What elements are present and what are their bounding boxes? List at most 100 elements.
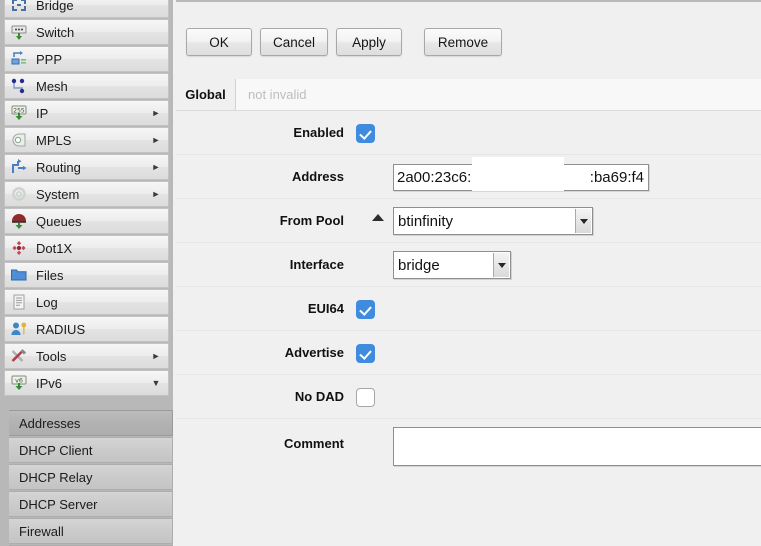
sidebar-item-log[interactable]: Log [4,289,169,315]
system-icon [9,185,29,203]
advertise-control [356,331,375,375]
enabled-label: Enabled [293,125,344,140]
sidebar-item-ppp[interactable]: PPP [4,46,169,72]
interface-value: bridge [398,256,440,274]
from-pool-expander-triangle-icon[interactable] [372,214,384,221]
sidebar-item-label: Tools [36,348,67,364]
sidebar-item-label: MPLS [36,132,72,148]
sidebar-item-label: Dot1X [36,240,73,256]
eui64-checkbox[interactable] [356,299,375,319]
interface-combo[interactable]: bridge [393,251,511,279]
submenu-arrow: ► [151,107,161,118]
mesh-icon [9,77,29,95]
address-input[interactable]: 2a00:23c6: :ba69:f4 [393,156,649,191]
chevron-down-icon[interactable] [575,209,591,233]
sidebar-item-label: Routing [36,159,81,175]
sidebar-item-label: Bridge [36,0,74,13]
remove-button[interactable]: Remove [424,28,503,56]
sidebar-subitem-label: DHCP Relay [19,469,93,485]
no-dad-checkbox[interactable] [356,387,375,407]
sidebar-item-routing[interactable]: Routing ► [4,154,169,180]
ip-icon: 255 [9,104,29,122]
sidebar-item-bridge[interactable]: Bridge [4,0,169,18]
sidebar-item-label: IPv6 [36,375,63,391]
apply-button[interactable]: Apply [336,28,403,56]
switch-icon [9,23,29,41]
field-row-comment: Comment [176,419,761,469]
ipv6-address-dialog: OK Cancel Apply Remove Global not invali… [176,0,761,546]
enabled-checkbox[interactable] [356,123,375,143]
field-row-enabled: Enabled [176,111,761,155]
ok-button[interactable]: OK [186,28,252,56]
sidebar-item-label: Log [36,294,58,310]
sidebar-item-label: System [36,186,80,202]
sidebar-item-addresses[interactable]: Addresses [9,410,173,436]
dialog-form: Enabled Address 2a00:23c6: :ba69:f4 From… [176,111,761,546]
sidebar-item-queues[interactable]: Queues [4,208,169,234]
dialog-toolbar: OK Cancel Apply Remove [176,0,761,79]
dot1x-icon [9,239,29,257]
enabled-control [356,111,375,155]
comment-label: Comment [284,436,344,451]
sidebar: Bridge Switch PPP Mesh 255 IP ► MPLS ► R… [0,0,173,546]
ppp-icon [9,50,29,68]
sidebar-item-ip[interactable]: 255 IP ► [4,100,169,126]
sidebar-subitem-label: Addresses [19,415,81,431]
submenu-arrow: ► [151,134,161,145]
sidebar-item-tools[interactable]: Tools ► [4,343,169,369]
interface-label: Interface [289,257,344,272]
address-value-left: 2a00:23c6: [397,168,472,186]
address-label: Address [291,169,344,184]
sidebar-item-system[interactable]: System ► [4,181,169,207]
ipv6-icon: v6 [9,374,29,392]
sidebar-submenu-ipv6: Addresses DHCP Client DHCP Relay DHCP Se… [9,410,173,546]
dialog-tabstrip: Global not invalid [176,79,761,111]
sidebar-item-firewall[interactable]: Firewall [9,518,173,544]
interface-control: bridge [393,243,511,287]
submenu-arrow: ► [151,188,161,199]
from-pool-combo[interactable]: btinfinity [393,207,593,235]
sidebar-item-dot1x[interactable]: Dot1X [4,235,169,261]
sidebar-item-mesh[interactable]: Mesh [4,73,169,99]
sidebar-subitem-label: DHCP Client [19,442,93,458]
from-pool-control: btinfinity [393,199,593,243]
field-row-no-dad: No DAD [176,375,761,419]
sidebar-item-radius[interactable]: RADIUS [4,316,169,342]
status-text: not invalid [236,79,761,110]
sidebar-item-files[interactable]: Files [4,262,169,288]
field-row-from-pool: From Pool btinfinity [176,199,761,243]
log-icon [9,293,29,311]
routing-icon [9,158,29,176]
sidebar-item-dhcp-relay[interactable]: DHCP Relay [9,464,173,490]
sidebar-item-label: PPP [36,51,63,67]
field-row-eui64: EUI64 [176,287,761,331]
sidebar-item-label: Queues [36,213,82,229]
from-pool-label: From Pool [279,213,344,228]
sidebar-item-dhcp-client[interactable]: DHCP Client [9,437,173,463]
address-redaction-overlay [472,156,564,191]
sidebar-item-label: RADIUS [36,321,86,337]
advertise-label: Advertise [284,345,344,360]
bridge-icon [9,0,29,14]
address-control: 2a00:23c6: :ba69:f4 [393,155,649,199]
files-icon [9,266,29,284]
field-row-interface: Interface bridge [176,243,761,287]
sidebar-item-mpls[interactable]: MPLS ► [4,127,169,153]
no-dad-control [356,375,375,419]
comment-input[interactable] [393,427,761,466]
dialog-button-row: OK Cancel Apply Remove [186,28,503,56]
sidebar-item-label: IP [36,105,49,121]
cancel-button[interactable]: Cancel [260,28,329,56]
chevron-down-icon[interactable] [493,253,509,277]
eui64-label: EUI64 [307,301,344,316]
sidebar-item-label: Mesh [36,78,68,94]
sidebar-item-dhcp-server[interactable]: DHCP Server [9,491,173,517]
submenu-arrow: ► [151,161,161,172]
queues-icon [9,212,29,230]
sidebar-item-switch[interactable]: Switch [4,19,169,45]
submenu-arrow: ► [151,350,161,361]
sidebar-item-ipv6[interactable]: v6 IPv6 ▼ [4,370,169,396]
sidebar-subitem-label: Firewall [19,523,64,539]
tab-global[interactable]: Global [176,79,236,110]
advertise-checkbox[interactable] [356,343,375,363]
